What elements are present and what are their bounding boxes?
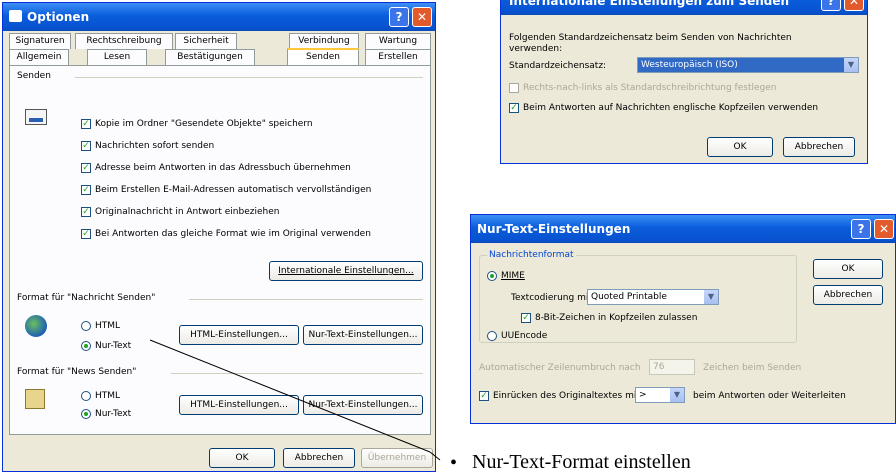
radio-mime[interactable] [487, 271, 497, 281]
separator [75, 77, 423, 78]
mail-text-settings-button[interactable]: Nur-Text-Einstellungen... [303, 325, 423, 345]
check-8bit-headers[interactable]: ✓ [521, 313, 531, 323]
tab-sicherheit[interactable]: Sicherheit [175, 33, 237, 49]
intl-settings-window: Internationale Einstellungen zum Senden … [500, 0, 868, 164]
radio-uuencode[interactable] [487, 331, 497, 341]
check-rtl-label: Rechts-nach-links als Standardschreibric… [523, 83, 777, 93]
tab-bestaetigungen[interactable]: Bestätigungen [165, 49, 255, 65]
tab-senden[interactable]: Senden [287, 48, 359, 65]
cancel-button[interactable]: Abbrechen [283, 448, 355, 468]
tab-erstellen[interactable]: Erstellen [365, 49, 431, 65]
wrap-label: Automatischer Zeilenumbruch nach [479, 363, 641, 373]
check-copy-sent[interactable]: ✓ [81, 119, 91, 129]
plain-window-title: Nur-Text-Einstellungen [477, 222, 631, 236]
radio-news-html[interactable] [81, 391, 91, 401]
indent-select[interactable]: > ▼ [635, 387, 685, 403]
caption-bullet: • [450, 452, 458, 474]
mail-html-settings-button[interactable]: HTML-Einstellungen... [179, 325, 299, 345]
wrap-suffix: Zeichen beim Senden [703, 363, 802, 373]
tab-allgemein[interactable]: Allgemein [9, 49, 69, 65]
message-format-label: Nachrichtenformat [487, 250, 576, 260]
chevron-down-icon[interactable]: ▼ [704, 290, 718, 304]
check-include-original-label: Originalnachricht in Antwort einbeziehen [95, 207, 280, 217]
globe-icon [25, 315, 47, 337]
radio-mail-html-label: HTML [95, 321, 121, 331]
radio-mail-html[interactable] [81, 321, 91, 331]
check-8bit-headers-label: 8-Bit-Zeichen in Kopfzeilen zulassen [535, 313, 698, 323]
tab-signaturen[interactable]: Signaturen [9, 33, 71, 49]
wrap-spinner[interactable]: 76 [649, 359, 695, 375]
tab-verbindung[interactable]: Verbindung [289, 33, 359, 49]
chevron-down-icon[interactable]: ▼ [670, 388, 684, 402]
chevron-down-icon[interactable]: ▼ [844, 58, 858, 72]
plain-text-settings-window: Nur-Text-Einstellungen ? ✕ Nachrichtenfo… [470, 214, 896, 424]
charset-value: Westeuropäisch (ISO) [641, 60, 738, 70]
ok-button[interactable]: OK [209, 448, 275, 468]
encoding-label: Textcodierung mit: [511, 293, 595, 303]
radio-mail-text-label: Nur-Text [95, 341, 132, 351]
news-text-settings-button[interactable]: Nur-Text-Einstellungen... [303, 395, 423, 415]
intl-cancel-button[interactable]: Abbrechen [783, 137, 855, 157]
help-button[interactable]: ? [389, 7, 409, 27]
radio-news-html-label: HTML [95, 391, 121, 401]
check-english-headers[interactable]: ✓ [509, 103, 519, 113]
check-include-original[interactable]: ✓ [81, 207, 91, 217]
separator [171, 373, 423, 374]
intl-window-title: Internationale Einstellungen zum Senden [509, 0, 790, 8]
radio-news-text-label: Nur-Text [95, 409, 132, 419]
close-button[interactable]: ✕ [412, 7, 432, 27]
section-mail-format-label: Format für "Nachricht Senden" [17, 293, 156, 303]
caption-text: Nur-Text-Format einstellen [472, 451, 691, 473]
section-news-format-label: Format für "News Senden" [17, 367, 137, 377]
check-rtl[interactable] [509, 83, 519, 93]
check-same-format-label: Bei Antworten das gleiche Format wie im … [95, 229, 371, 239]
tab-rechtschreibung[interactable]: Rechtschreibung [75, 33, 173, 49]
section-senden-label: Senden [17, 71, 51, 81]
news-html-settings-button[interactable]: HTML-Einstellungen... [179, 395, 299, 415]
radio-uuencode-label: UUEncode [501, 331, 548, 341]
indent-value: > [639, 390, 647, 400]
intl-settings-button[interactable]: Internationale Einstellungen... [269, 261, 423, 281]
indent-suffix: beim Antworten oder Weiterleiten [693, 391, 846, 401]
check-indent[interactable]: ✓ [479, 391, 489, 401]
window-title: Optionen [27, 10, 90, 24]
check-add-to-addressbook-label: Adresse beim Antworten in das Adressbuch… [95, 163, 351, 173]
check-english-headers-label: Beim Antworten auf Nachrichten englische… [523, 103, 819, 113]
encoding-value: Quoted Printable [591, 292, 667, 302]
intl-ok-button[interactable]: OK [707, 137, 773, 157]
encoding-select[interactable]: Quoted Printable ▼ [587, 289, 719, 305]
optionen-titlebar[interactable]: Optionen ? ✕ [3, 3, 435, 31]
help-button[interactable]: ? [851, 219, 871, 239]
help-button[interactable]: ? [821, 0, 841, 11]
close-button[interactable]: ✕ [844, 0, 864, 11]
intl-intro-text: Folgenden Standardzeichensatz beim Sende… [509, 33, 792, 54]
check-indent-label: Einrücken des Originaltextes mit [493, 391, 640, 401]
optionen-window: Optionen ? ✕ Signaturen Rechtschreibung … [2, 2, 436, 472]
tab-lesen[interactable]: Lesen [87, 49, 147, 65]
charset-select[interactable]: Westeuropäisch (ISO) ▼ [637, 57, 859, 73]
radio-mime-label: MIME [501, 271, 525, 281]
radio-news-text[interactable] [81, 409, 91, 419]
close-button[interactable]: ✕ [874, 219, 894, 239]
plain-titlebar[interactable]: Nur-Text-Einstellungen ? ✕ [471, 215, 895, 243]
plain-cancel-button[interactable]: Abbrechen [813, 285, 883, 305]
check-autocomplete[interactable]: ✓ [81, 185, 91, 195]
intl-titlebar[interactable]: Internationale Einstellungen zum Senden … [501, 0, 867, 15]
tab-wartung[interactable]: Wartung [365, 33, 431, 49]
separator [189, 299, 423, 300]
news-icon [25, 389, 45, 409]
charset-label: Standardzeichensatz: [509, 61, 607, 71]
check-add-to-addressbook[interactable]: ✓ [81, 163, 91, 173]
send-mail-icon [25, 109, 47, 125]
check-copy-sent-label: Kopie im Ordner "Gesendete Objekte" spei… [95, 119, 313, 129]
mail-icon [9, 10, 22, 22]
radio-mail-text[interactable] [81, 341, 91, 351]
wrap-value: 76 [653, 362, 665, 372]
check-autocomplete-label: Beim Erstellen E-Mail-Adressen automatis… [95, 185, 372, 195]
check-send-immediately[interactable]: ✓ [81, 141, 91, 151]
apply-button[interactable]: Übernehmen [361, 448, 433, 468]
plain-ok-button[interactable]: OK [813, 259, 883, 279]
check-same-format[interactable]: ✓ [81, 229, 91, 239]
check-send-immediately-label: Nachrichten sofort senden [95, 141, 215, 151]
